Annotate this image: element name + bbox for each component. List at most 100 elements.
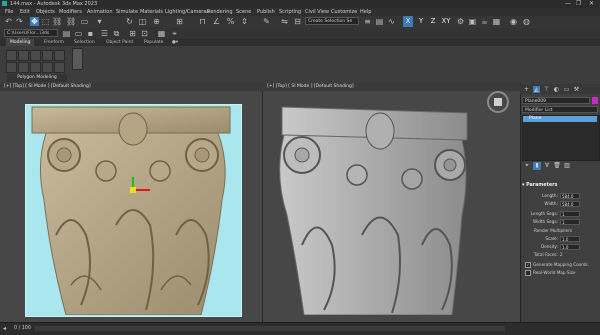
menu-materials[interactable]: Materials: [140, 8, 163, 16]
layer-explorer-icon[interactable]: ≡: [363, 17, 372, 26]
angle-snap-icon[interactable]: ∠: [212, 17, 221, 26]
ribbon-tool-icon[interactable]: [6, 50, 17, 61]
tab-object-paint[interactable]: Object Paint: [106, 39, 133, 46]
rotate-icon[interactable]: ↻: [125, 17, 134, 26]
menu-scene[interactable]: Scene: [236, 8, 251, 16]
save-icon[interactable]: ▪: [86, 29, 95, 38]
mirror-icon[interactable]: ⇋: [280, 17, 289, 26]
workspace-dropdown[interactable]: C:\Users\Flor...\3ds Max 2023: [4, 29, 58, 44]
tab-populate[interactable]: Populate: [144, 39, 164, 46]
minimize-button[interactable]: —: [565, 0, 571, 8]
parameters-rollout-title[interactable]: ▾ Parameters: [522, 182, 598, 189]
project-folder-icon[interactable]: ▤: [62, 29, 71, 38]
menu-publish[interactable]: Publish: [257, 8, 275, 16]
time-slider-readout[interactable]: 0 / 100: [14, 325, 31, 332]
object-color-swatch[interactable]: [592, 97, 598, 104]
length-segs-spinner[interactable]: 1: [560, 210, 580, 217]
menu-objects[interactable]: Objects: [36, 8, 55, 16]
axis-y-button[interactable]: Y: [416, 16, 426, 27]
time-config-icon[interactable]: ◂: [3, 325, 6, 332]
maximize-button[interactable]: ❐: [576, 0, 581, 8]
remove-modifier-icon[interactable]: 🗑: [553, 162, 561, 170]
track-view-icon[interactable]: ⊡: [140, 29, 149, 38]
tab-modeling[interactable]: Modeling: [6, 39, 35, 46]
scale-spinner[interactable]: 1.0: [560, 235, 580, 242]
viewport-label-left[interactable]: [+] [Top] [ SI Mode ] [Default Shading]: [4, 83, 91, 91]
ribbon-tool-icon[interactable]: [54, 62, 65, 73]
menu-file[interactable]: File: [5, 8, 13, 16]
viewcube-icon[interactable]: [494, 98, 502, 106]
density-spinner[interactable]: 1.0: [560, 243, 580, 250]
width-segs-spinner[interactable]: 1: [560, 218, 580, 225]
menu-simulate[interactable]: Simulate: [116, 8, 138, 16]
stack-item-plane[interactable]: Plane: [523, 116, 597, 122]
unlink-icon[interactable]: ⛓: [52, 17, 62, 26]
select-move-icon[interactable]: ✥: [30, 17, 39, 26]
menu-scripting[interactable]: Scripting: [279, 8, 301, 16]
configure-sets-icon[interactable]: ▥: [563, 162, 571, 170]
menu-civil-view[interactable]: Civil View: [305, 8, 329, 16]
ribbon-tool-icon[interactable]: [42, 62, 53, 73]
display-tab-icon[interactable]: ▭: [563, 86, 570, 93]
ribbon-large-tool-icon[interactable]: [72, 48, 83, 70]
curve-editor-icon[interactable]: ∿: [387, 17, 396, 26]
percent-snap-icon[interactable]: %: [226, 17, 235, 26]
pivot-icon[interactable]: ⊞: [175, 17, 184, 26]
viewport-label-right[interactable]: [+] [Top] [ SI Mode ] [Default Shading]: [267, 83, 354, 91]
modifier-list-dropdown[interactable]: Modifier List: [522, 106, 598, 113]
utilities-tab-icon[interactable]: ⚒: [573, 86, 580, 93]
arnold-icon[interactable]: ◉: [509, 17, 518, 26]
ribbon-tool-icon[interactable]: [30, 50, 41, 61]
filter-icon[interactable]: ▾: [95, 17, 104, 26]
render-frame-icon[interactable]: ▣: [468, 17, 477, 26]
object-name-field[interactable]: Plane009: [522, 97, 590, 104]
select-region-icon[interactable]: ▭: [80, 17, 89, 26]
schematic-icon[interactable]: ⊞: [128, 29, 137, 38]
menu-customize[interactable]: Customize: [331, 8, 357, 16]
scene-explorer-icon[interactable]: ☰: [100, 29, 109, 38]
undo-icon[interactable]: ↶: [4, 17, 13, 26]
link-icon[interactable]: ⛓: [66, 17, 76, 26]
pin-stack-icon[interactable]: ⌖: [523, 162, 531, 170]
ribbon-tool-icon[interactable]: [54, 50, 65, 61]
checkbox-icon[interactable]: [525, 270, 531, 276]
layers-icon[interactable]: ⧉: [112, 29, 121, 38]
scale-icon[interactable]: ◫: [138, 17, 147, 26]
tab-selection[interactable]: Selection: [74, 39, 95, 46]
ribbon-tool-icon[interactable]: [18, 62, 29, 73]
modify-tab-icon[interactable]: ◭: [533, 86, 540, 93]
show-end-result-icon[interactable]: ▮: [533, 162, 541, 170]
menu-rendering[interactable]: Rendering: [207, 8, 233, 16]
ribbon-tool-icon[interactable]: [42, 50, 53, 61]
viewport-layout-icon[interactable]: ▦: [157, 29, 166, 38]
select-icon[interactable]: ⬚: [41, 17, 50, 26]
render-icon[interactable]: ☕: [480, 17, 489, 26]
ribbon-tool-icon[interactable]: [18, 50, 29, 61]
menu-modifiers[interactable]: Modifiers: [59, 8, 82, 16]
axis-xy-button[interactable]: XY: [440, 16, 452, 27]
redo-icon[interactable]: ↷: [15, 17, 24, 26]
close-button[interactable]: ✕: [589, 0, 594, 8]
place-icon[interactable]: ⊕: [152, 17, 161, 26]
axis-z-button[interactable]: Z: [428, 16, 438, 27]
menu-animation[interactable]: Animation: [87, 8, 113, 16]
create-tab-icon[interactable]: +: [523, 86, 530, 93]
width-spinner[interactable]: 584.0: [560, 200, 580, 207]
edit-named-sets-icon[interactable]: ✎: [262, 17, 271, 26]
hierarchy-tab-icon[interactable]: ⊤: [543, 86, 550, 93]
ribbon-tool-icon[interactable]: [6, 62, 17, 73]
axis-x-button[interactable]: X: [403, 16, 413, 27]
motion-tab-icon[interactable]: ◐: [553, 86, 560, 93]
render-setup-icon[interactable]: ⚙: [456, 17, 465, 26]
real-world-map-checkbox[interactable]: Real-World Map Size: [525, 269, 600, 276]
menu-edit[interactable]: Edit: [20, 8, 30, 16]
timeline[interactable]: [35, 326, 505, 331]
make-unique-icon[interactable]: ∀: [543, 162, 551, 170]
selection-set-dropdown[interactable]: Create Selection Se: [305, 17, 359, 25]
pin-icon[interactable]: ⌖: [170, 29, 179, 38]
menu-help[interactable]: Help: [360, 8, 371, 16]
ribbon-options-icon[interactable]: ●▾: [172, 39, 178, 46]
tab-freeform[interactable]: Freeform: [44, 39, 64, 46]
material-editor-icon[interactable]: ◍: [522, 17, 531, 26]
open-icon[interactable]: ▭: [74, 29, 83, 38]
